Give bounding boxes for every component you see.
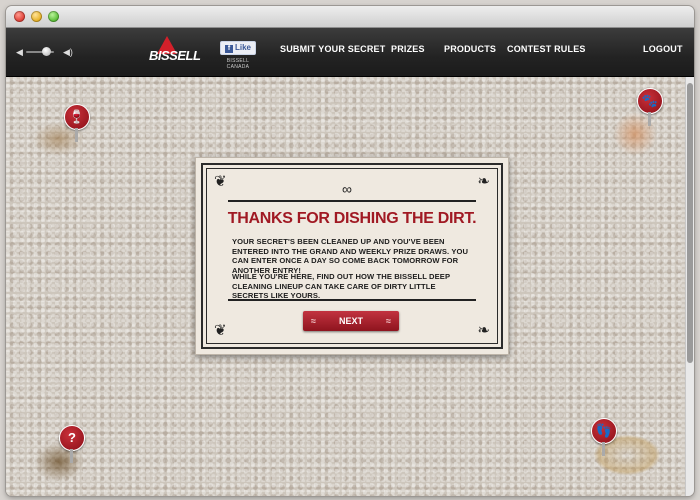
bissell-logo[interactable]: BISSELL (149, 36, 205, 68)
pin-stem (75, 128, 78, 142)
scrollbar-thumb[interactable] (687, 83, 693, 363)
nav-link-prizes[interactable]: PRIZES (391, 44, 425, 54)
facebook-like-label: Like (234, 43, 251, 52)
pin-stem (602, 442, 605, 456)
pin-stem (648, 112, 651, 126)
volume-slider-knob[interactable] (41, 47, 51, 56)
zoom-window-button[interactable] (48, 11, 59, 22)
facebook-caption: BISSELL CANADA (226, 58, 250, 70)
volume-high-icon: ◀) (63, 47, 73, 57)
pin-stem (70, 449, 73, 463)
facebook-like-button[interactable]: f Like (219, 41, 256, 55)
corner-ornament-icon: ❦ (214, 173, 227, 190)
top-divider (228, 200, 476, 202)
facebook-like-widget: f Like BISSELL CANADA (218, 37, 258, 70)
question-mark-icon: ? (59, 425, 85, 451)
volume-control[interactable]: ◀ ◀) (16, 47, 76, 57)
corner-ornament-icon: ❦ (214, 322, 227, 339)
vertical-scrollbar[interactable] (685, 77, 694, 496)
footprints-icon: 👣 (591, 418, 617, 444)
window-titlebar (6, 6, 694, 28)
modal-heading: THANKS FOR DISHING THE DIRT. (227, 210, 477, 227)
bottom-divider (228, 299, 476, 301)
pin-footprints[interactable]: 👣 (591, 418, 617, 458)
brand-name: BISSELL (149, 48, 201, 63)
pin-paw[interactable]: 🐾 (637, 88, 663, 128)
confirmation-modal: ❦ ❧ ❦ ❧ ∞ THANKS FOR DISHING THE DIRT. Y… (195, 157, 509, 355)
corner-ornament-icon: ❧ (477, 173, 490, 190)
pin-question[interactable]: ? (59, 425, 85, 465)
modal-paragraph-entry: YOUR SECRET'S BEEN CLEANED UP AND YOU'VE… (232, 237, 469, 275)
corner-ornament-icon: ❧ (477, 322, 490, 339)
volume-low-icon: ◀ (16, 47, 23, 57)
next-button-label: NEXT (338, 316, 363, 326)
site-navbar: ◀ ◀) BISSELL f Like BISSELL CANADA SUBMIT… (6, 28, 694, 77)
close-window-button[interactable] (14, 11, 25, 22)
paw-print-icon: 🐾 (637, 88, 663, 114)
button-ornament-left-icon: ≈ (311, 316, 316, 326)
nav-link-products[interactable]: PRODUCTS (444, 44, 496, 54)
nav-link-contest-rules[interactable]: CONTEST RULES (507, 44, 586, 54)
button-ornament-right-icon: ≈ (386, 316, 391, 326)
facebook-icon: f (224, 45, 233, 53)
modal-paragraph-products: WHILE YOU'RE HERE, FIND OUT HOW THE BISS… (232, 272, 450, 300)
minimize-window-button[interactable] (31, 11, 42, 22)
nav-link-submit-your-secret[interactable]: SUBMIT YOUR SECRET (280, 44, 385, 54)
center-ornament-icon: ∞ (342, 181, 352, 197)
wine-glass-icon: 🍷 (64, 104, 90, 130)
pin-wine[interactable]: 🍷 (64, 104, 90, 144)
logout-link[interactable]: LOGOUT (643, 44, 683, 54)
next-button[interactable]: ≈ NEXT ≈ (303, 311, 399, 331)
